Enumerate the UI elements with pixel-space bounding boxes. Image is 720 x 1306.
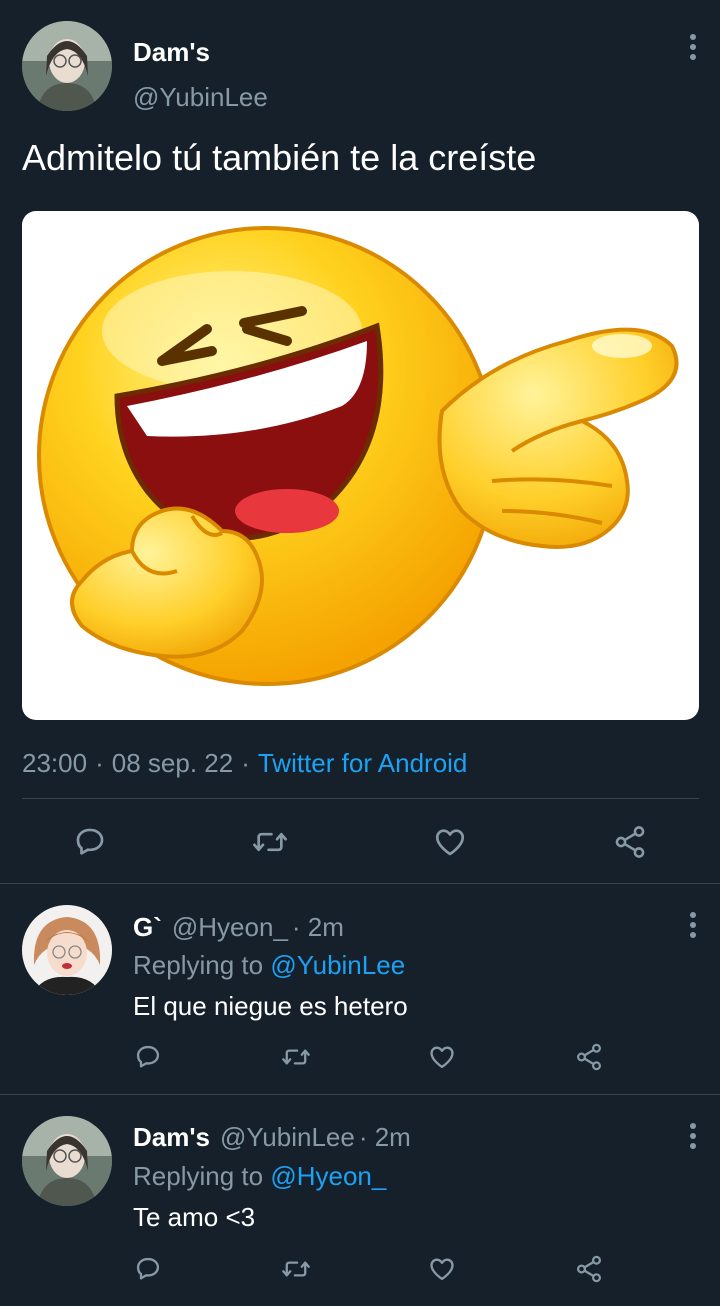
retweet-icon[interactable] [280,1253,312,1285]
tweet-time: 23:00 [22,748,88,778]
replying-to-link[interactable]: @YubinLee [270,950,405,980]
share-icon[interactable] [573,1253,605,1285]
tweet-meta: 23:00 · 08 sep. 22 · Twitter for Android [22,748,467,779]
share-icon[interactable] [573,1041,605,1073]
meta-separator: · [241,748,250,778]
replying-to: Replying to @Hyeon_ [133,1161,386,1192]
replying-to-link[interactable]: @Hyeon_ [270,1161,386,1191]
replying-to-label: Replying to [133,950,264,980]
reply-icon[interactable] [132,1253,164,1285]
replying-to-label: Replying to [133,1161,264,1191]
more-icon[interactable] [681,910,705,940]
author-name[interactable]: Dam's [133,37,210,68]
reply-author-name[interactable]: Dam's [133,1122,210,1153]
reply-icon[interactable] [70,822,110,862]
author-avatar[interactable] [22,21,112,111]
reply-author-handle[interactable]: @YubinLee [220,1122,355,1153]
reply-header: G` @Hyeon_ · 2m [133,912,344,943]
reply-icon[interactable] [132,1041,164,1073]
share-icon[interactable] [610,822,650,862]
divider [0,1094,720,1095]
tweet-text: Admitelo tú también te la creíste [22,137,537,178]
divider [22,798,699,799]
tweet-media[interactable] [22,211,699,720]
reply-time: · 2m [358,1122,411,1152]
like-icon[interactable] [426,1041,458,1073]
laughing-emoji-image [37,226,679,686]
reply-avatar[interactable] [22,905,112,995]
meta-separator: · [95,748,104,778]
like-icon[interactable] [430,822,470,862]
reply-time: · 2m [291,912,344,942]
more-icon[interactable] [681,32,705,62]
replying-to: Replying to @YubinLee [133,950,405,981]
reply-avatar[interactable] [22,1116,112,1206]
reply-text: Te amo <3 [133,1202,256,1232]
tweet-source-link[interactable]: Twitter for Android [258,748,468,779]
reply-author-handle[interactable]: @Hyeon_ [172,912,288,943]
more-icon[interactable] [681,1121,705,1151]
divider [0,883,720,884]
retweet-icon[interactable] [280,1041,312,1073]
retweet-icon[interactable] [250,822,290,862]
like-icon[interactable] [426,1253,458,1285]
author-handle[interactable]: @YubinLee [133,82,268,113]
reply-header: Dam's @YubinLee · 2m [133,1122,411,1153]
tweet-date: 08 sep. 22 [111,748,234,778]
reply-text: El que niegue es hetero [133,991,408,1021]
reply-author-name[interactable]: G` [133,912,162,943]
